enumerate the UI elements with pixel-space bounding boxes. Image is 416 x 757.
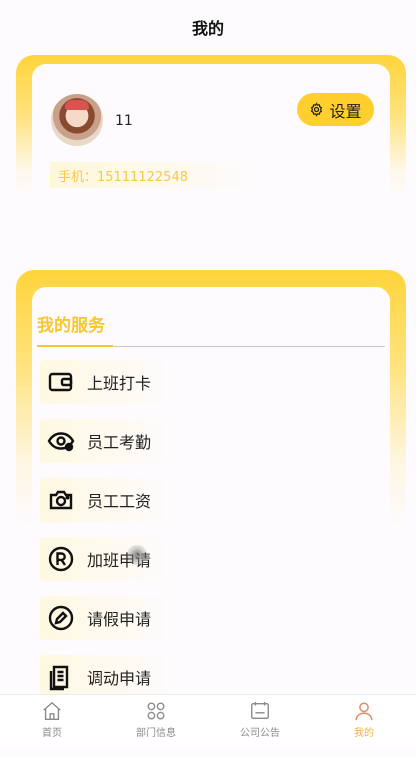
service-item-transfer[interactable]: 调动申请 (40, 655, 180, 699)
service-item-leave[interactable]: 请假申请 (40, 596, 180, 640)
board-icon (251, 701, 269, 720)
service-label: 上班打卡 (87, 374, 152, 393)
user-icon (355, 702, 373, 721)
touch-indicator (127, 545, 147, 565)
tab-label: 部门信息 (136, 728, 176, 739)
registered-icon (48, 546, 74, 572)
service-label: 员工工资 (87, 492, 152, 511)
username: 11 (115, 113, 133, 129)
tab-home[interactable]: 首页 (0, 695, 104, 745)
service-item-overtime[interactable]: 加班申请 (40, 537, 180, 581)
home-icon (43, 701, 61, 720)
document-icon (49, 665, 69, 691)
grid-icon (147, 702, 165, 720)
tab-announcements[interactable]: 公司公告 (208, 695, 312, 745)
camera-icon (49, 490, 73, 510)
service-label: 员工考勤 (87, 433, 152, 452)
tab-bar: 首页 部门信息 公司公告 我的 (0, 694, 416, 745)
settings-label: 设置 (329, 101, 362, 121)
tab-departments[interactable]: 部门信息 (104, 695, 208, 745)
phone-number: 手机：15111122548 (50, 162, 260, 188)
eye-icon (47, 432, 75, 452)
service-label: 请假申请 (87, 610, 152, 629)
services-title-underline (37, 345, 113, 347)
services-divider (113, 346, 385, 347)
tab-label: 公司公告 (240, 728, 280, 739)
service-item-attendance[interactable]: 员工考勤 (40, 419, 180, 463)
tab-label: 首页 (42, 728, 62, 739)
service-item-clock-in[interactable]: 上班打卡 (40, 360, 180, 404)
tab-label: 我的 (354, 728, 374, 739)
service-label: 调动申请 (87, 669, 152, 688)
avatar[interactable] (51, 94, 103, 146)
settings-button[interactable]: 设置 (297, 93, 374, 126)
wallet-icon (48, 372, 73, 392)
service-item-salary[interactable]: 员工工资 (40, 478, 180, 522)
tab-mine[interactable]: 我的 (312, 695, 416, 745)
page-title: 我的 (191, 19, 224, 38)
services-title: 我的服务 (37, 316, 105, 336)
pencil-circle-icon (48, 605, 74, 631)
gear-icon (311, 102, 323, 117)
